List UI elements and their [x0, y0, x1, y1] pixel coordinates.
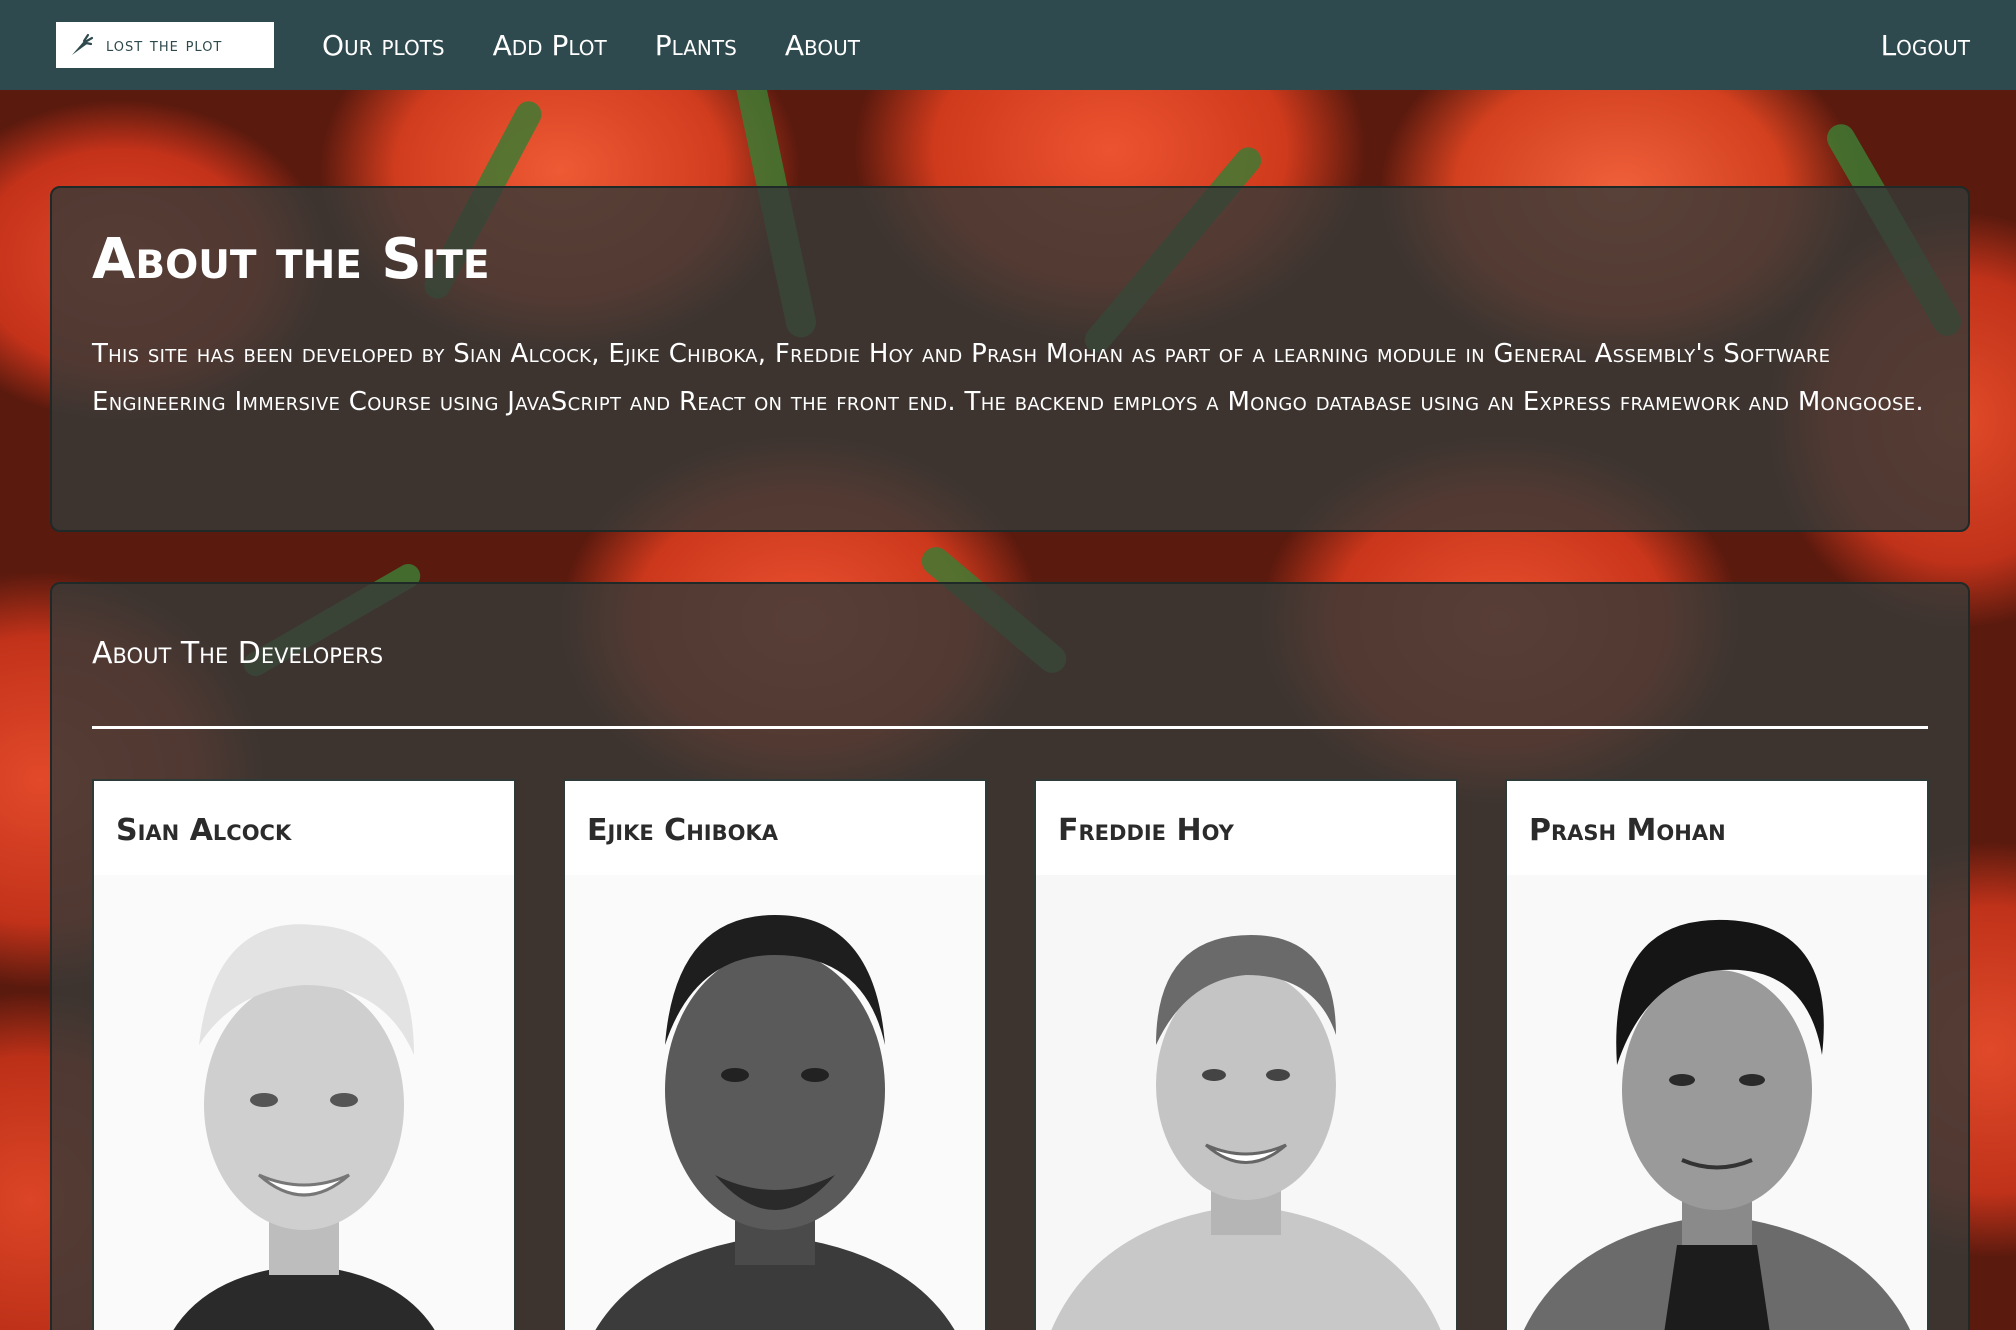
top-navbar: lost the plot Our plots Add Plot Plants … [0, 0, 2016, 90]
developer-card-freddie-hoy[interactable]: Freddie Hoy [1034, 779, 1458, 1330]
section-divider [92, 726, 1928, 729]
brand-logo-link[interactable]: lost the plot [56, 22, 274, 68]
nav-item-about[interactable]: About [785, 29, 860, 62]
developer-card-sian-alcock[interactable]: Sian Alcock [92, 779, 516, 1330]
about-developers-panel: About The Developers Sian Alcock Ejike C… [50, 582, 1970, 1330]
developer-photo [94, 875, 514, 1330]
developer-photo [1507, 875, 1927, 1330]
about-site-panel: About the Site This site has been develo… [50, 186, 1970, 532]
developer-name: Ejike Chiboka [587, 813, 778, 848]
nav-item-add-plot[interactable]: Add Plot [493, 29, 607, 62]
developer-name: Prash Mohan [1529, 813, 1726, 848]
developer-photo [1036, 875, 1456, 1330]
logout-link[interactable]: Logout [1881, 29, 1970, 62]
developer-card-ejike-chiboka[interactable]: Ejike Chiboka [563, 779, 987, 1330]
developer-name: Sian Alcock [116, 813, 292, 848]
page-title: About the Site [92, 227, 490, 292]
developer-card-prash-mohan[interactable]: Prash Mohan [1505, 779, 1929, 1330]
developer-photo [565, 875, 985, 1330]
developer-name: Freddie Hoy [1058, 813, 1234, 848]
about-site-description: This site has been developed by Sian Alc… [92, 339, 1924, 417]
carrot-icon [72, 33, 94, 55]
developers-heading: About The Developers [92, 636, 384, 671]
brand-label: lost the plot [106, 34, 223, 56]
developer-cards: Sian Alcock Ejike Chiboka Freddie Hoy Pr… [92, 779, 1929, 1330]
nav-item-plants[interactable]: Plants [655, 29, 737, 62]
nav-item-our-plots[interactable]: Our plots [322, 29, 445, 62]
